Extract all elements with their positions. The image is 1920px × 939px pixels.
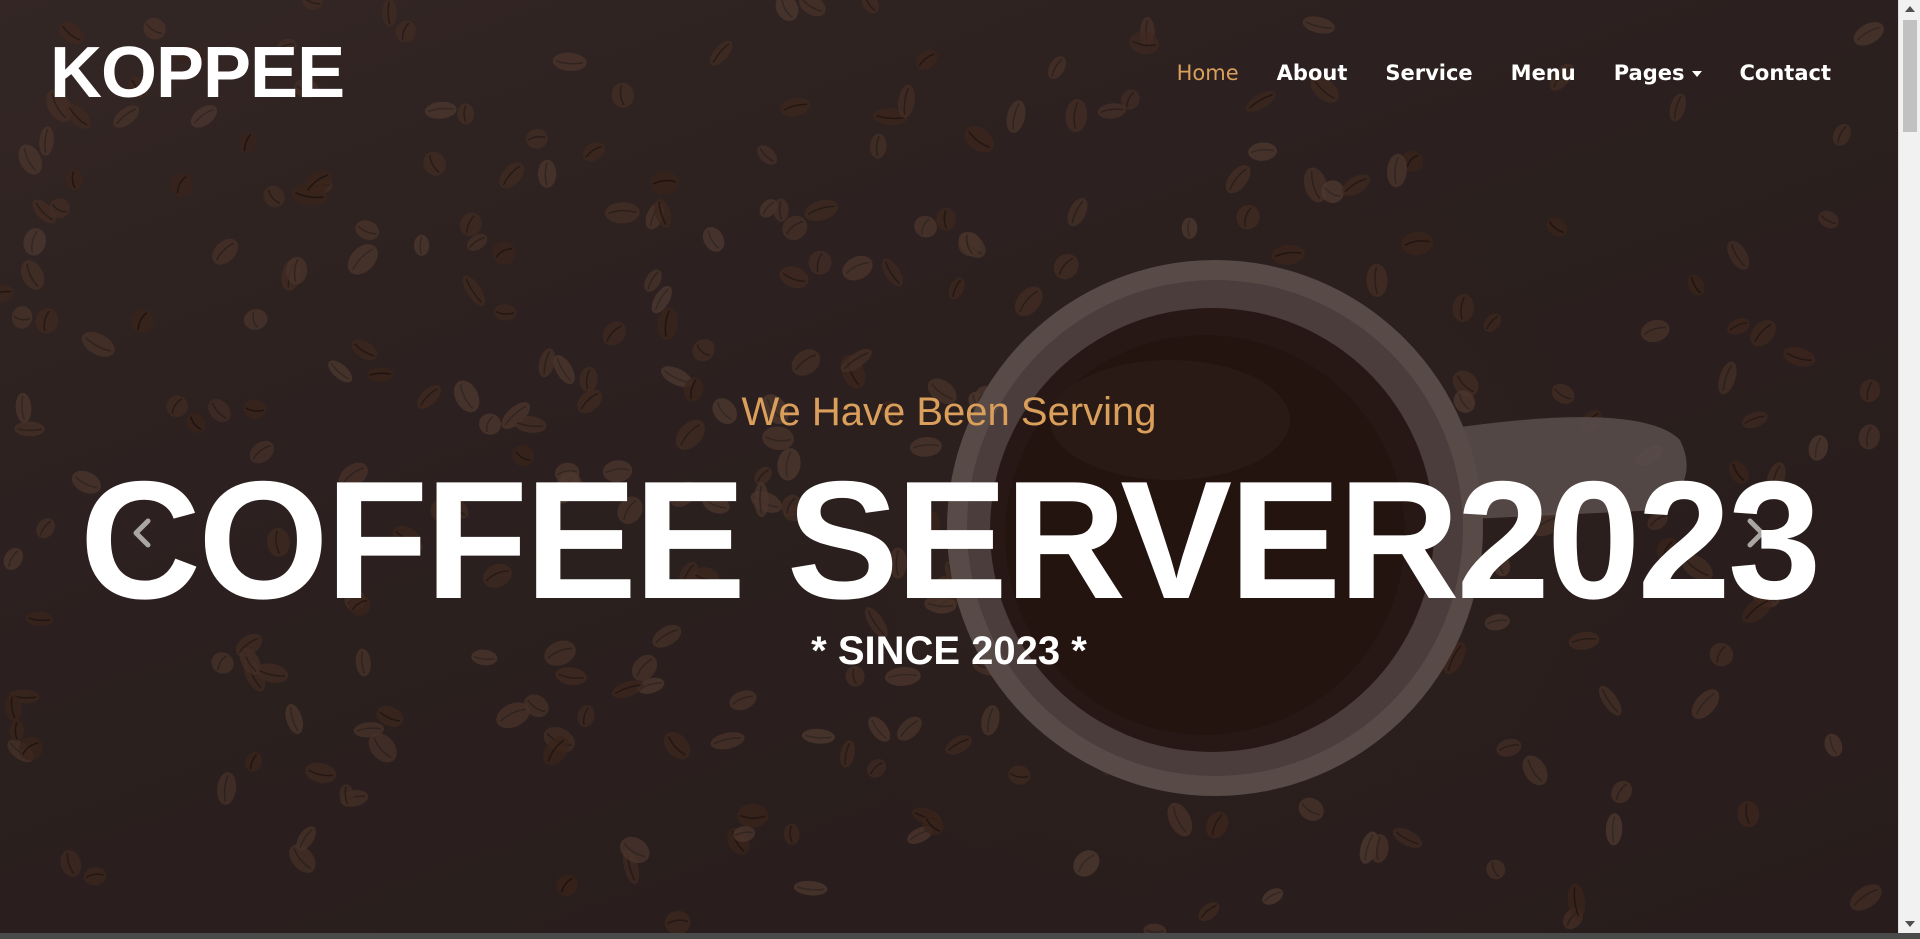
carousel-next-button[interactable] xyxy=(1736,510,1776,556)
vertical-scrollbar[interactable] xyxy=(1898,0,1920,933)
hero-since: * SINCE 2023 * xyxy=(811,629,1087,673)
chevron-right-icon xyxy=(1747,518,1765,548)
nav-item-menu[interactable]: Menu xyxy=(1511,56,1576,90)
triangle-up-icon xyxy=(1904,6,1915,12)
chevron-left-icon xyxy=(133,518,151,548)
scroll-down-button[interactable] xyxy=(1899,915,1920,933)
carousel-prev-button[interactable] xyxy=(122,510,162,556)
hero-subtitle: We Have Been Serving xyxy=(741,390,1157,434)
scroll-up-button[interactable] xyxy=(1899,0,1920,18)
nav-item-home[interactable]: Home xyxy=(1177,56,1239,90)
nav-item-pages-label: Pages xyxy=(1613,61,1685,85)
nav-item-service[interactable]: Service xyxy=(1385,56,1472,90)
page: KOPPEE Home About Service Menu Pages Con… xyxy=(0,0,1920,939)
window-bottom-edge xyxy=(0,933,1920,939)
scrollbar-thumb[interactable] xyxy=(1903,20,1917,132)
hero-carousel: KOPPEE Home About Service Menu Pages Con… xyxy=(0,0,1898,933)
nav-item-about[interactable]: About xyxy=(1277,56,1348,90)
main-nav: Home About Service Menu Pages Contact xyxy=(1177,56,1831,90)
brand-logo[interactable]: KOPPEE xyxy=(50,33,345,113)
triangle-down-icon xyxy=(1904,921,1915,927)
nav-item-pages[interactable]: Pages xyxy=(1614,56,1702,90)
hero-headline: COFFEE SERVER2023 xyxy=(79,446,1822,634)
caret-down-icon xyxy=(1691,71,1702,77)
nav-item-contact[interactable]: Contact xyxy=(1740,56,1832,90)
